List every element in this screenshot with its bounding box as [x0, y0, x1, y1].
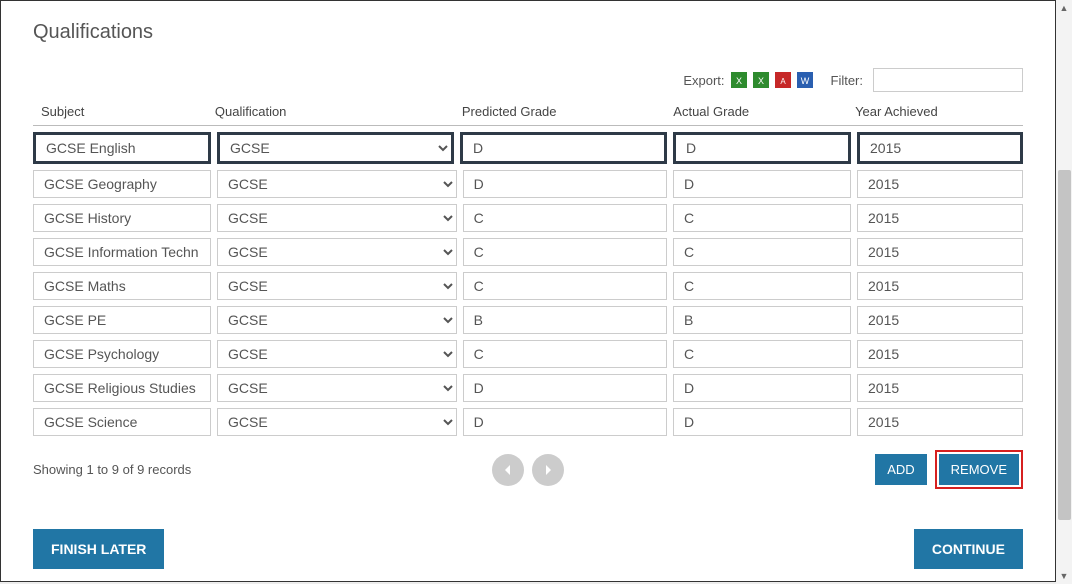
subject-input[interactable]: [33, 132, 211, 164]
actual-grade-input[interactable]: [673, 272, 851, 300]
subject-input[interactable]: [33, 306, 211, 334]
qualification-select[interactable]: GCSE: [217, 408, 457, 436]
table-row[interactable]: GCSE: [33, 340, 1023, 368]
table-row[interactable]: GCSE: [33, 238, 1023, 266]
table-row[interactable]: GCSE: [33, 306, 1023, 334]
subject-input[interactable]: [33, 340, 211, 368]
remove-highlight: REMOVE: [935, 450, 1023, 489]
column-year: Year Achieved: [855, 104, 1023, 119]
prev-page-button[interactable]: [492, 454, 524, 486]
scroll-up-icon[interactable]: ▲: [1056, 0, 1072, 16]
filter-input[interactable]: [873, 68, 1023, 92]
qualification-select[interactable]: GCSE: [217, 272, 457, 300]
scroll-down-icon[interactable]: ▼: [1056, 568, 1072, 584]
export-word-icon[interactable]: W: [797, 72, 813, 88]
qualification-select[interactable]: GCSE: [217, 374, 457, 402]
finish-later-button[interactable]: FINISH LATER: [33, 529, 164, 569]
table-row[interactable]: GCSE: [33, 272, 1023, 300]
table-row[interactable]: GCSE: [33, 408, 1023, 436]
predicted-grade-input[interactable]: [463, 374, 667, 402]
qualification-select[interactable]: GCSE: [217, 132, 454, 164]
actual-grade-input[interactable]: [673, 306, 851, 334]
export-xls-icon[interactable]: X: [731, 72, 747, 88]
actual-grade-input[interactable]: [673, 340, 851, 368]
continue-button[interactable]: CONTINUE: [914, 529, 1023, 569]
svg-text:W: W: [800, 76, 809, 86]
predicted-grade-input[interactable]: [463, 204, 667, 232]
pager: [492, 454, 564, 486]
actual-grade-input[interactable]: [673, 132, 851, 164]
subject-input[interactable]: [33, 272, 211, 300]
actual-grade-input[interactable]: [673, 408, 851, 436]
year-input[interactable]: [857, 408, 1023, 436]
table-header: Subject Qualification Predicted Grade Ac…: [33, 104, 1023, 126]
export-pdf-icon[interactable]: A: [775, 72, 791, 88]
filter-label: Filter:: [831, 73, 864, 88]
predicted-grade-input[interactable]: [463, 306, 667, 334]
qualification-select[interactable]: GCSE: [217, 306, 457, 334]
remove-button[interactable]: REMOVE: [939, 454, 1019, 485]
actual-grade-input[interactable]: [673, 374, 851, 402]
toolbar: Export: X X A W Filter:: [33, 68, 1023, 92]
column-qualification: Qualification: [215, 104, 462, 119]
next-page-button[interactable]: [532, 454, 564, 486]
column-subject: Subject: [33, 104, 215, 119]
subject-input[interactable]: [33, 204, 211, 232]
predicted-grade-input[interactable]: [463, 170, 667, 198]
year-input[interactable]: [857, 306, 1023, 334]
add-button[interactable]: ADD: [875, 454, 926, 485]
export-csv-icon[interactable]: X: [753, 72, 769, 88]
qualification-select[interactable]: GCSE: [217, 340, 457, 368]
predicted-grade-input[interactable]: [460, 132, 667, 164]
column-predicted: Predicted Grade: [462, 104, 673, 119]
qualification-select[interactable]: GCSE: [217, 204, 457, 232]
subject-input[interactable]: [33, 170, 211, 198]
subject-input[interactable]: [33, 238, 211, 266]
scrollbar-track[interactable]: ▲ ▼: [1056, 0, 1072, 584]
year-input[interactable]: [857, 374, 1023, 402]
svg-text:X: X: [757, 76, 763, 86]
actual-grade-input[interactable]: [673, 204, 851, 232]
year-input[interactable]: [857, 272, 1023, 300]
page-title: Qualifications: [33, 21, 1023, 44]
actual-grade-input[interactable]: [673, 170, 851, 198]
qualification-select[interactable]: GCSE: [217, 170, 457, 198]
actual-grade-input[interactable]: [673, 238, 851, 266]
year-input[interactable]: [857, 340, 1023, 368]
predicted-grade-input[interactable]: [463, 272, 667, 300]
table-row[interactable]: GCSE: [33, 132, 1023, 164]
table-body: GCSE GCSE GCSE GCSE GCSE GCSE GCSE GCSE GCSE: [33, 132, 1023, 436]
page-frame: Qualifications Export: X X A W Filter: S…: [0, 0, 1056, 582]
qualification-select[interactable]: GCSE: [217, 238, 457, 266]
scrollbar-thumb[interactable]: [1058, 170, 1071, 520]
svg-text:A: A: [780, 77, 786, 86]
export-label: Export:: [683, 73, 724, 88]
column-actual: Actual Grade: [673, 104, 855, 119]
svg-text:X: X: [735, 76, 741, 86]
year-input[interactable]: [857, 204, 1023, 232]
table-row[interactable]: GCSE: [33, 170, 1023, 198]
table-row[interactable]: GCSE: [33, 204, 1023, 232]
records-count: Showing 1 to 9 of 9 records: [33, 462, 191, 477]
subject-input[interactable]: [33, 374, 211, 402]
predicted-grade-input[interactable]: [463, 408, 667, 436]
year-input[interactable]: [857, 238, 1023, 266]
predicted-grade-input[interactable]: [463, 238, 667, 266]
year-input[interactable]: [857, 132, 1023, 164]
predicted-grade-input[interactable]: [463, 340, 667, 368]
subject-input[interactable]: [33, 408, 211, 436]
year-input[interactable]: [857, 170, 1023, 198]
table-row[interactable]: GCSE: [33, 374, 1023, 402]
